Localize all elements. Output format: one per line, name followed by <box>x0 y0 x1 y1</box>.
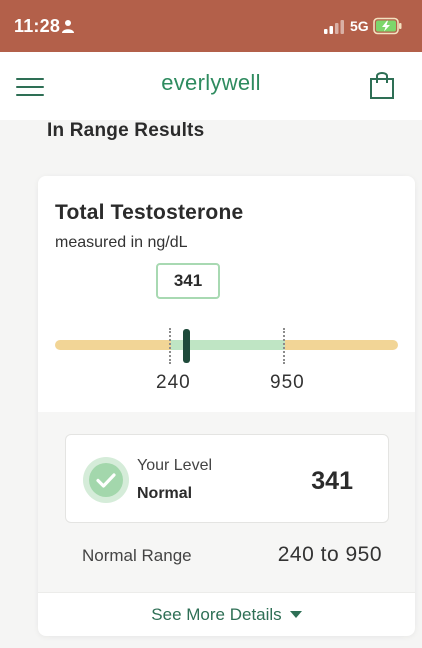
see-more-details-label: See More Details <box>151 605 282 624</box>
level-marker <box>183 329 190 363</box>
result-summary: Your Level Normal 341 Normal Range 240 t… <box>38 412 415 592</box>
range-bar-high-zone <box>285 340 398 350</box>
level-marker-value: 341 <box>156 263 220 299</box>
person-icon <box>62 20 74 33</box>
see-more-details-button[interactable]: See More Details <box>38 593 415 636</box>
result-card: Total Testosterone measured in ng/dL 341… <box>38 176 415 636</box>
status-time: 11:28 <box>14 16 61 36</box>
status-bar: 11:28 5G <box>0 0 422 52</box>
app-header: everlywell <box>0 52 422 120</box>
range-high-label: 950 <box>270 372 305 393</box>
range-bar <box>55 340 398 350</box>
range-low-label: 240 <box>156 372 191 393</box>
normal-range-label: Normal Range <box>82 546 192 565</box>
network-type-label: 5G <box>350 18 369 34</box>
normal-range-value: 240 to 950 <box>277 543 382 566</box>
battery-charging-icon <box>373 17 402 35</box>
signal-strength-icon <box>324 20 344 34</box>
check-circle-icon <box>83 457 129 503</box>
level-number: 341 <box>311 467 353 495</box>
test-name: Total Testosterone <box>55 201 244 224</box>
brand-logo[interactable]: everlywell <box>0 70 422 96</box>
unit-text: measured in ng/dL <box>55 234 188 251</box>
range-high-tick <box>283 328 285 364</box>
shopping-bag-icon[interactable] <box>368 70 396 100</box>
status-label: Normal <box>137 485 193 502</box>
your-level-box: Your Level Normal 341 <box>65 434 389 523</box>
section-title: In Range Results <box>47 120 205 141</box>
caret-down-icon <box>289 611 302 619</box>
range-bar-low-zone <box>55 340 171 350</box>
result-card-chart-area: Total Testosterone measured in ng/dL 341… <box>38 176 415 412</box>
your-level-label: Your Level <box>137 457 213 474</box>
range-low-tick <box>169 328 171 364</box>
